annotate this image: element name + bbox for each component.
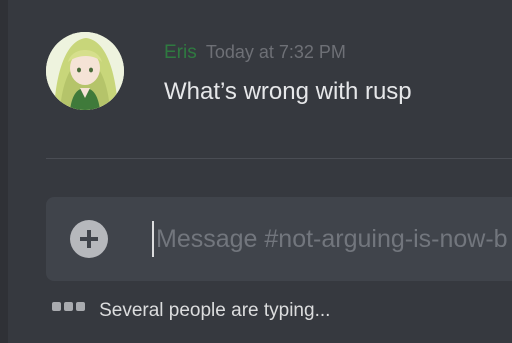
message-composer [46, 197, 512, 281]
divider [46, 158, 512, 159]
author-name[interactable]: Eris [164, 42, 197, 63]
typing-text: Several people are typing... [99, 300, 331, 321]
typing-dots-icon [52, 296, 88, 315]
chat-message: Eris Today at 7:32 PM What’s wrong with … [46, 32, 506, 122]
user-avatar[interactable] [46, 32, 124, 110]
add-attachment-button[interactable] [70, 220, 108, 258]
message-header: Eris Today at 7:32 PM [164, 42, 346, 64]
anime-avatar-icon [46, 32, 124, 110]
left-rail [0, 0, 8, 343]
message-input[interactable] [156, 215, 512, 263]
message-text: What’s wrong with rusp [164, 78, 412, 105]
chat-pane: Eris Today at 7:32 PM What’s wrong with … [0, 0, 512, 343]
text-caret [152, 221, 154, 257]
message-timestamp: Today at 7:32 PM [205, 42, 346, 62]
typing-indicator: Several people are typing... [52, 300, 330, 322]
